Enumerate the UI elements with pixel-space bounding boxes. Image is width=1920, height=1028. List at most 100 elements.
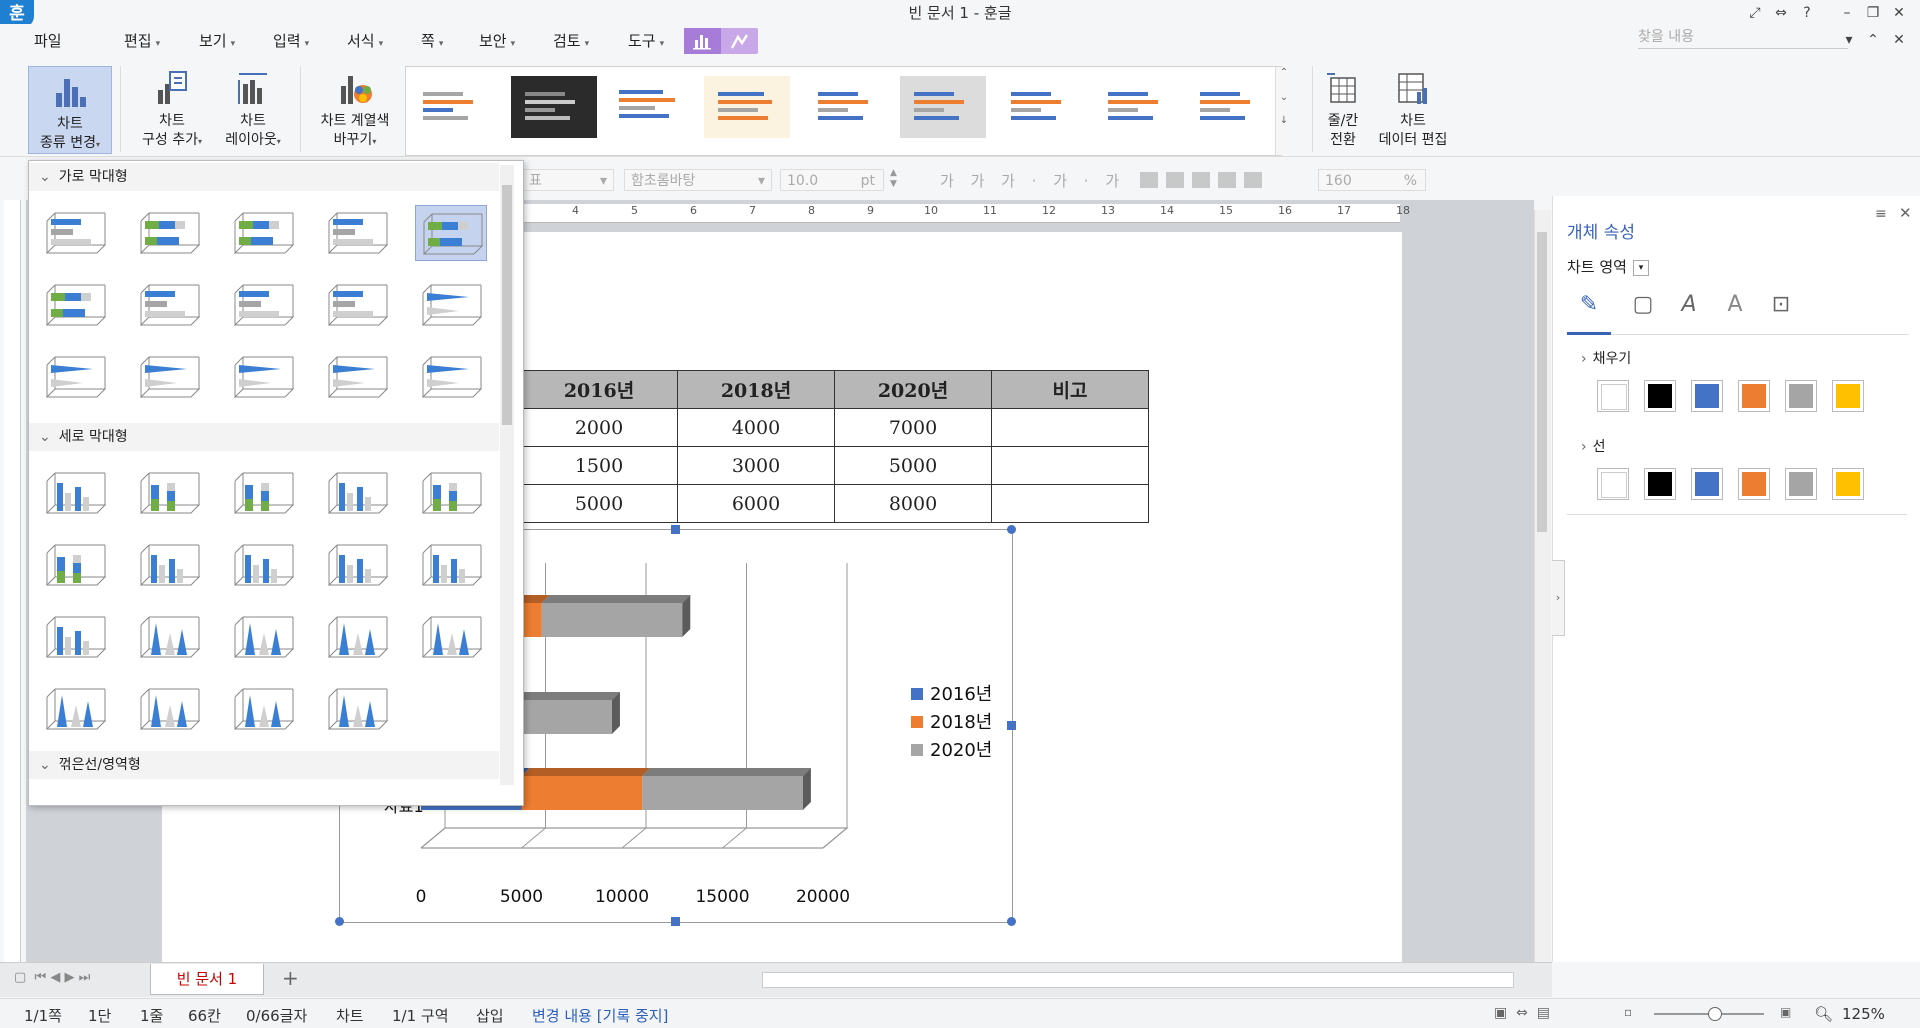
resize-handle[interactable]	[1007, 917, 1016, 926]
status-mode[interactable]: 삽입	[476, 1005, 504, 1026]
color-swatch[interactable]	[1785, 468, 1817, 500]
chart-type-option[interactable]	[39, 681, 111, 737]
zoom-input[interactable]: 160%	[1318, 169, 1426, 191]
chart-series-color-button[interactable]: 차트 계열색 바꾸기▾	[310, 70, 400, 151]
menu-review[interactable]: 검토 ▾	[553, 30, 589, 51]
fill-section-header[interactable]: › 채우기	[1581, 348, 1631, 368]
chart-type-option[interactable]	[39, 205, 111, 261]
table-cell[interactable]	[991, 446, 1149, 485]
menu-tools[interactable]: 도구 ▾	[628, 30, 664, 51]
status-track-changes[interactable]: 변경 내용 [기록 중지]	[532, 1005, 668, 1026]
resize-handle[interactable]	[671, 917, 680, 926]
minimize-button[interactable]: –	[1836, 3, 1858, 23]
table-cell[interactable]: 8000	[834, 484, 992, 523]
menu-view[interactable]: 보기 ▾	[199, 30, 235, 51]
pane-target-select[interactable]: 차트 영역 ▾	[1567, 256, 1649, 277]
chart-type-option[interactable]	[227, 277, 299, 333]
chart-type-option[interactable]	[133, 537, 205, 593]
table-header-cell[interactable]: 2020년	[834, 370, 992, 409]
table-header-cell[interactable]: 2016년	[520, 370, 678, 409]
gallery-down-icon[interactable]: ⌄	[1276, 92, 1292, 103]
status-page[interactable]: 1/1쪽	[24, 1005, 62, 1026]
color-swatch[interactable]	[1597, 468, 1629, 500]
chart-type-option[interactable]	[39, 537, 111, 593]
chart-type-option[interactable]	[133, 349, 205, 405]
chart-type-option[interactable]	[133, 277, 205, 333]
color-swatch[interactable]	[1691, 468, 1723, 500]
table-header-cell[interactable]: 2018년	[677, 370, 835, 409]
chart-type-option[interactable]	[415, 537, 487, 593]
menu-security[interactable]: 보안 ▾	[479, 30, 515, 51]
gallery-up-icon[interactable]: ⌃	[1276, 67, 1292, 78]
chart-type-option[interactable]	[227, 609, 299, 665]
table-cell[interactable]	[991, 408, 1149, 447]
gallery-scroll[interactable]: ⌃ ⌄ ↓	[1275, 67, 1292, 155]
font-size-stepper[interactable]: ▲ ▼	[890, 168, 904, 192]
resize-handle[interactable]	[671, 525, 680, 534]
edit-chart-data-button[interactable]: 차트 데이터 편집	[1370, 70, 1456, 150]
zoom-out-icon[interactable]: ▫	[1624, 1005, 1632, 1019]
color-swatch[interactable]	[1832, 468, 1864, 500]
resize-handle[interactable]	[335, 917, 344, 926]
chart-style-7[interactable]	[997, 76, 1083, 138]
chart-type-option[interactable]	[415, 609, 487, 665]
zoom-slider-thumb[interactable]	[1708, 1007, 1722, 1021]
color-swatch[interactable]	[1691, 380, 1723, 412]
text-style-buttons[interactable]: 가 가 가 · 가 · 가	[940, 170, 1125, 191]
color-swatch[interactable]	[1832, 380, 1864, 412]
panel-scroll-thumb[interactable]	[502, 185, 512, 425]
zoom-magnifier-icon[interactable]: 🔍︎	[1814, 1005, 1833, 1023]
restore-button[interactable]: ❐	[1862, 3, 1884, 23]
menu-format[interactable]: 서식 ▾	[347, 30, 383, 51]
chart-design-tab-icon[interactable]	[684, 28, 721, 54]
ribbon-collapse-icon[interactable]: ⌃	[1862, 30, 1884, 50]
table-cell[interactable]: 4000	[677, 408, 835, 447]
gallery-more-icon[interactable]: ↓	[1276, 115, 1292, 126]
text-fill-icon[interactable]: A	[1713, 292, 1757, 332]
text-effect-icon[interactable]: A	[1667, 292, 1711, 332]
table-cell[interactable]: 5000	[520, 484, 678, 523]
chart-type-option[interactable]	[321, 205, 393, 261]
chart-type-option[interactable]	[415, 465, 487, 521]
chart-type-option[interactable]	[321, 537, 393, 593]
chart-type-option[interactable]	[133, 681, 205, 737]
section-vertical-bar[interactable]: ⌄ 세로 막대형	[29, 423, 499, 451]
close-button[interactable]: ✕	[1888, 3, 1910, 23]
color-swatch[interactable]	[1738, 468, 1770, 500]
font-select[interactable]: 함초롬바탕 ▾	[624, 169, 772, 191]
chart-type-option[interactable]	[39, 609, 111, 665]
chart-type-option[interactable]	[39, 349, 111, 405]
help-icon[interactable]: ?	[1796, 3, 1818, 23]
chart-style-5[interactable]	[804, 76, 890, 138]
vertical-scroll-thumb[interactable]	[1537, 232, 1547, 532]
chart-style-3[interactable]	[609, 76, 695, 138]
chart-type-option[interactable]	[227, 681, 299, 737]
chart-format-tab-icon[interactable]	[721, 28, 758, 54]
paragraph-align-buttons[interactable]	[1140, 170, 1280, 190]
chart-type-option[interactable]	[39, 277, 111, 333]
color-swatch[interactable]	[1738, 380, 1770, 412]
chart-type-option[interactable]	[321, 609, 393, 665]
chart-type-option[interactable]	[415, 277, 487, 333]
pane-menu-icon[interactable]: ≡	[1875, 206, 1887, 222]
color-swatch[interactable]	[1785, 380, 1817, 412]
chart-style-8[interactable]	[1094, 76, 1180, 138]
search-dropdown-icon[interactable]: ▾	[1838, 30, 1860, 50]
chart-type-panel[interactable]: ⌄ 가로 막대형 ⌄ 세로 막대형 ⌄ 꺾은선/영역형	[28, 160, 524, 806]
document-tab[interactable]: 빈 문서 1	[150, 964, 264, 995]
menu-edit[interactable]: 편집 ▾	[124, 30, 160, 51]
ribbon-close-icon[interactable]: ✕	[1888, 30, 1910, 50]
resize-handle[interactable]	[1007, 721, 1016, 730]
zoom-in-icon[interactable]: ▣	[1780, 1005, 1791, 1019]
horizontal-scrollbar[interactable]	[762, 972, 1514, 988]
table-cell[interactable]: 6000	[677, 484, 835, 523]
chart-type-option[interactable]	[227, 205, 299, 261]
fullscreen-icon[interactable]: ⤢	[1744, 3, 1766, 23]
section-horizontal-bar[interactable]: ⌄ 가로 막대형	[29, 163, 499, 191]
chart-type-option[interactable]	[227, 465, 299, 521]
section-line-area[interactable]: ⌄ 꺾은선/영역형	[29, 751, 499, 779]
chart-style-6[interactable]	[900, 76, 986, 138]
table-header-cell[interactable]: 비고	[991, 370, 1149, 409]
border-icon[interactable]: ▢	[1621, 292, 1665, 332]
search-input[interactable]: 찾을 내용	[1638, 26, 1848, 49]
